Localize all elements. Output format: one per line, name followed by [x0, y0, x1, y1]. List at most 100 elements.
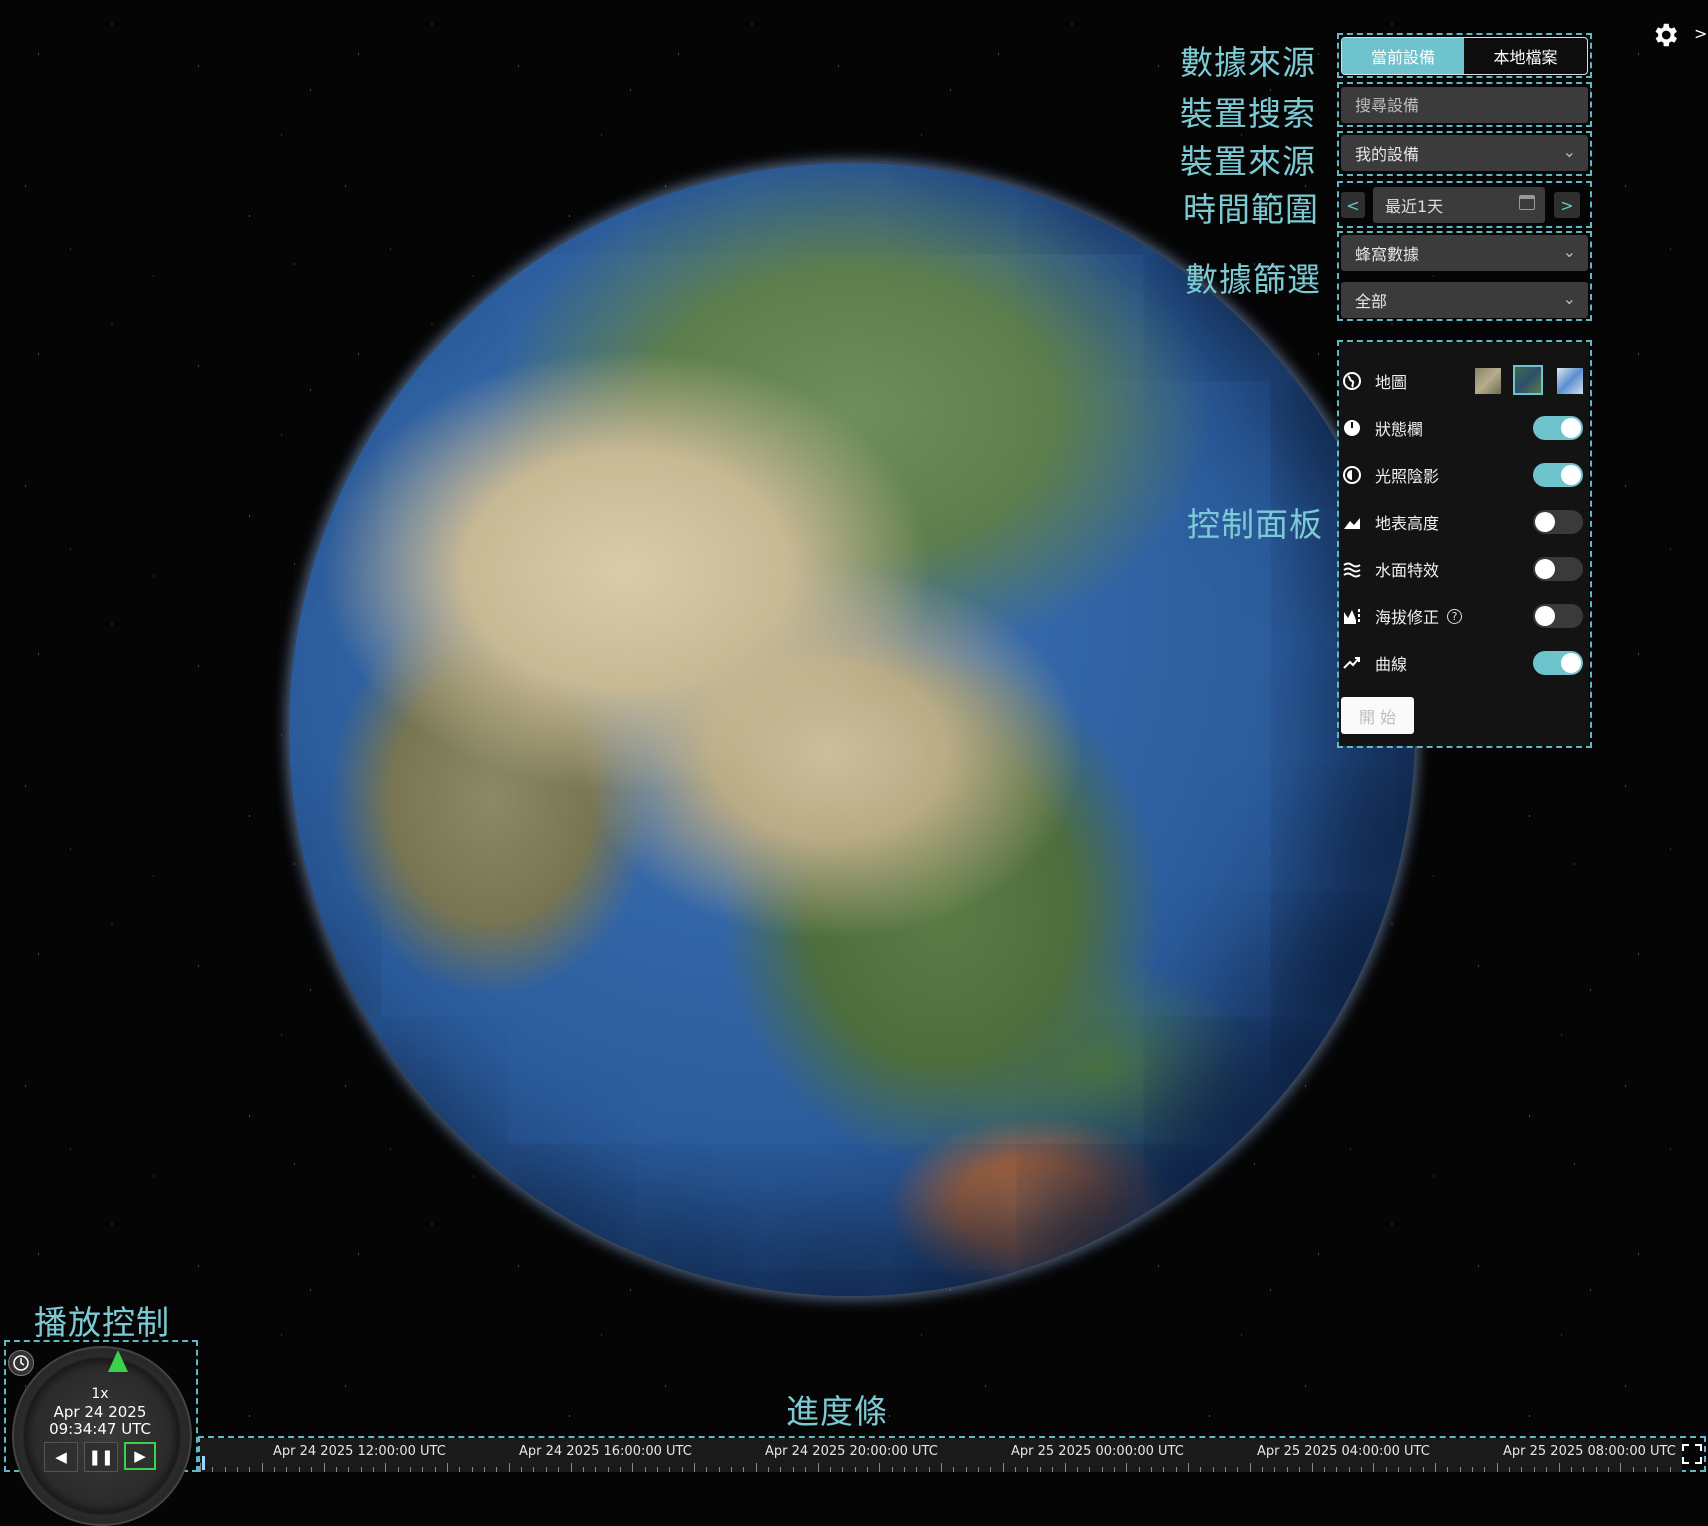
water-toggle[interactable]: [1533, 557, 1583, 581]
tab-current-device[interactable]: 當前設備: [1342, 38, 1464, 74]
map-style-satellite[interactable]: [1513, 365, 1543, 395]
timeline-tick: [1521, 1467, 1523, 1472]
time-next-button[interactable]: >: [1554, 192, 1580, 218]
help-icon[interactable]: ?: [1447, 608, 1463, 624]
timeline-tick: [409, 1467, 411, 1472]
timeline-tick: [1126, 1463, 1128, 1472]
label-time-range: 時間範圍: [1183, 190, 1319, 229]
timeline-tick: [768, 1467, 770, 1472]
play-forward-button[interactable]: ▶: [124, 1442, 156, 1470]
timeline-tick: [360, 1467, 362, 1472]
timeline-tick: [669, 1467, 671, 1472]
timeline-tick: [644, 1467, 646, 1472]
map-style-street[interactable]: [1557, 368, 1583, 394]
timeline-tick: [496, 1467, 498, 1472]
gear-icon[interactable]: [1650, 20, 1680, 50]
timeline-tick: [879, 1463, 881, 1472]
timeline-tick: [1113, 1467, 1115, 1472]
timeline-tick: [829, 1467, 831, 1472]
label-device-search: 裝置搜索: [1180, 94, 1316, 133]
device-source-value: 我的設備: [1355, 145, 1420, 164]
control-row-altitude: 海拔修正 ?: [1341, 600, 1589, 632]
timeline-tick: [1249, 1463, 1251, 1472]
label-device-source: 裝置來源: [1180, 142, 1316, 181]
gauge-icon: [1341, 417, 1363, 439]
pause-button[interactable]: ❚❚: [84, 1442, 118, 1472]
timeline-tick: [348, 1467, 350, 1472]
timeline-label: Apr 25 2025 00:00:00 UTC: [1011, 1444, 1184, 1459]
timeline-tick: [1533, 1467, 1535, 1472]
timeline-tick: [1484, 1467, 1486, 1472]
source-tabs: 當前設備 本地檔案: [1341, 37, 1588, 75]
timeline-tick: [866, 1467, 868, 1472]
timeline-tick: [718, 1467, 720, 1472]
timeline-tick: [1558, 1463, 1560, 1472]
tab-local-file[interactable]: 本地檔案: [1464, 38, 1587, 74]
device-search-input[interactable]: [1341, 87, 1588, 123]
timeline-tick: [780, 1467, 782, 1472]
time-range-picker[interactable]: 最近1天: [1373, 187, 1545, 223]
control-row-water: 水面特效: [1341, 553, 1589, 585]
timeline-label: Apr 24 2025 20:00:00 UTC: [765, 1444, 938, 1459]
timeline-tick: [1064, 1463, 1066, 1472]
altitude-toggle[interactable]: [1533, 604, 1583, 628]
shuttle-needle-icon[interactable]: [108, 1350, 128, 1372]
earth-globe[interactable]: [289, 163, 1415, 1296]
expand-arrow-icon[interactable]: >: [1694, 24, 1707, 43]
timeline-tick: [1089, 1467, 1091, 1472]
control-row-map: 地圖: [1341, 365, 1589, 397]
timeline-tick: [928, 1467, 930, 1472]
device-source-select[interactable]: 我的設備 ⌄: [1341, 135, 1588, 171]
control-label-map: 地圖: [1375, 373, 1408, 392]
status-bar-toggle[interactable]: [1533, 416, 1583, 440]
timeline-tick: [632, 1463, 634, 1472]
data-type-select[interactable]: 蜂窩數據 ⌄: [1341, 235, 1588, 271]
control-row-terrain: 地表高度: [1341, 506, 1589, 538]
timeline-tick: [1607, 1467, 1609, 1472]
timeline-tick: [805, 1467, 807, 1472]
timeline-tick: [817, 1463, 819, 1472]
timeline-tick: [619, 1467, 621, 1472]
data-scope-select[interactable]: 全部 ⌄: [1341, 282, 1588, 318]
clock-reset-icon[interactable]: [8, 1350, 34, 1376]
timeline-tick: [200, 1463, 201, 1472]
curve-toggle[interactable]: [1533, 651, 1583, 675]
lighting-toggle[interactable]: [1533, 463, 1583, 487]
timeline-tick: [1373, 1463, 1375, 1472]
timeline-tick: [1299, 1467, 1301, 1472]
label-progress-bar: 進度條: [786, 1392, 888, 1431]
timeline-tick: [1620, 1463, 1622, 1472]
timeline-tick: [1163, 1467, 1165, 1472]
label-data-filter: 數據篩選: [1185, 260, 1321, 299]
timeline-label: Apr 25 2025 04:00:00 UTC: [1257, 1444, 1430, 1459]
timeline-tick: [1422, 1467, 1424, 1472]
water-wave-icon: [1341, 558, 1363, 580]
timeline-tick: [965, 1467, 967, 1472]
terrain-toggle[interactable]: [1533, 510, 1583, 534]
fullscreen-icon[interactable]: [1680, 1442, 1704, 1466]
playback-date: Apr 24 2025: [53, 1403, 147, 1421]
start-button[interactable]: 開 始: [1341, 697, 1414, 734]
timeline-tick: [1101, 1467, 1103, 1472]
calendar-icon: [1519, 195, 1535, 210]
timeline-cursor[interactable]: [202, 1456, 205, 1470]
timeline-tick: [261, 1463, 263, 1472]
timeline-tick: [1002, 1463, 1004, 1472]
timeline-tick: [1200, 1467, 1202, 1472]
play-reverse-button[interactable]: ◀: [44, 1442, 78, 1472]
map-style-terrain[interactable]: [1475, 368, 1501, 394]
time-prev-button[interactable]: <: [1341, 192, 1365, 218]
timeline-tick: [397, 1467, 399, 1472]
playback-speed: 1x: [91, 1386, 109, 1402]
control-row-status-bar: 狀態欄: [1341, 412, 1589, 444]
playback-buttons: ◀ ❚❚ ▶: [44, 1442, 160, 1472]
timeline-tick: [570, 1463, 572, 1472]
timeline-tick: [903, 1467, 905, 1472]
timeline-tick: [1595, 1467, 1597, 1472]
timeline-tick: [1410, 1467, 1412, 1472]
timeline-tick: [1225, 1467, 1227, 1472]
timeline-tick: [743, 1467, 745, 1472]
timeline-tick: [1274, 1467, 1276, 1472]
timeline-tick: [1570, 1467, 1572, 1472]
timeline-tick: [1039, 1467, 1041, 1472]
